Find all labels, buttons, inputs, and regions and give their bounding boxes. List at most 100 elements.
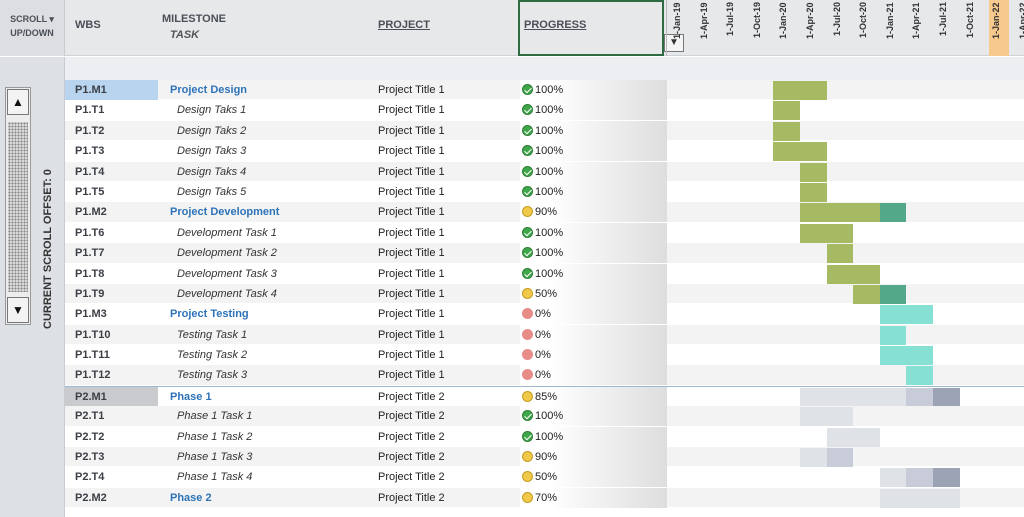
milestone-column-header[interactable]: MILESTONE TASK: [162, 0, 226, 56]
milestone-name-cell[interactable]: Project Design: [162, 80, 247, 100]
table-row[interactable]: P1.T1 Design Taks 1 Project Title 1 100%: [65, 100, 1024, 121]
project-cell[interactable]: Project Title 1: [378, 325, 445, 345]
gantt-bar[interactable]: [826, 264, 880, 284]
project-cell[interactable]: Project Title 1: [378, 304, 445, 324]
scroll-thumb[interactable]: [8, 122, 28, 292]
gantt-bar[interactable]: [800, 223, 854, 243]
project-cell[interactable]: Project Title 2: [378, 427, 445, 447]
gantt-bar[interactable]: [773, 81, 827, 100]
table-row[interactable]: P1.T8 Development Task 3 Project Title 1 10…: [65, 263, 1024, 284]
gantt-bar[interactable]: [879, 468, 907, 488]
progress-cell[interactable]: 100%: [520, 406, 666, 427]
scroll-up-icon[interactable]: ▲: [7, 89, 29, 115]
scroll-up-down-button[interactable]: SCROLL ▾ UP/DOWN: [0, 0, 65, 56]
project-cell[interactable]: Project Title 1: [378, 182, 445, 202]
wbs-cell[interactable]: P2.T2: [65, 427, 158, 447]
task-name-cell[interactable]: Phase 1 Task 3: [169, 447, 252, 467]
project-cell[interactable]: Project Title 2: [378, 406, 445, 426]
progress-cell[interactable]: 100%: [520, 222, 666, 243]
project-cell[interactable]: Project Title 1: [378, 284, 445, 304]
progress-cell[interactable]: 0%: [520, 304, 666, 325]
gantt-bar[interactable]: [800, 182, 827, 202]
project-cell[interactable]: Project Title 1: [378, 100, 445, 120]
progress-cell[interactable]: 0%: [520, 324, 666, 345]
gantt-bar[interactable]: [933, 468, 960, 488]
table-row[interactable]: P1.T4 Design Taks 4 Project Title 1 100%: [65, 161, 1024, 182]
task-name-cell[interactable]: Design Taks 1: [169, 100, 246, 120]
gantt-bar[interactable]: [879, 305, 933, 325]
task-name-cell[interactable]: Design Taks 3: [169, 141, 246, 161]
gantt-bar[interactable]: [879, 284, 907, 304]
project-cell[interactable]: Project Title 1: [378, 365, 445, 385]
progress-cell[interactable]: 50%: [520, 283, 666, 304]
task-name-cell[interactable]: Testing Task 3: [169, 365, 247, 385]
project-cell[interactable]: Project Title 1: [378, 264, 445, 284]
progress-column-header[interactable]: PROGRESS: [518, 0, 664, 56]
progress-cell[interactable]: 100%: [520, 161, 666, 182]
wbs-cell[interactable]: P1.T10: [65, 325, 158, 345]
gantt-bar[interactable]: [773, 121, 800, 141]
wbs-cell[interactable]: P1.M3: [65, 304, 158, 324]
gantt-bar[interactable]: [800, 162, 827, 182]
project-cell[interactable]: Project Title 1: [378, 202, 445, 222]
progress-cell[interactable]: 100%: [520, 80, 666, 100]
project-column-header[interactable]: PROJECT: [378, 0, 430, 56]
progress-cell[interactable]: 100%: [520, 181, 666, 202]
wbs-column-header[interactable]: WBS: [75, 0, 101, 56]
table-row[interactable]: P2.M1 Phase 1 Project Title 2 85%: [65, 385, 1024, 407]
gantt-bar[interactable]: [879, 346, 933, 366]
task-name-cell[interactable]: Phase 1 Task 4: [169, 467, 252, 487]
milestone-name-cell[interactable]: Phase 1: [162, 387, 212, 407]
task-name-cell[interactable]: Testing Task 1: [169, 325, 247, 345]
table-row[interactable]: P2.T3 Phase 1 Task 3 Project Title 2 90%: [65, 447, 1024, 468]
table-row[interactable]: P1.T3 Design Taks 3 Project Title 1 100%: [65, 141, 1024, 162]
gantt-bar[interactable]: [933, 387, 960, 407]
table-row[interactable]: P2.T1 Phase 1 Task 1 Project Title 2 100%: [65, 406, 1024, 427]
project-cell[interactable]: Project Title 1: [378, 223, 445, 243]
wbs-cell[interactable]: P1.T2: [65, 121, 158, 141]
gantt-bar[interactable]: [773, 142, 827, 162]
table-row[interactable]: P1.M2 Project Development Project Title 1 9…: [65, 202, 1024, 223]
gantt-bar[interactable]: [826, 244, 854, 264]
progress-cell[interactable]: 85%: [520, 386, 666, 407]
table-row[interactable]: P1.T7 Development Task 2 Project Title 1 10…: [65, 243, 1024, 264]
wbs-cell[interactable]: P1.T11: [65, 345, 158, 365]
task-name-cell[interactable]: Development Task 2: [169, 243, 277, 263]
progress-cell[interactable]: 100%: [520, 426, 666, 447]
table-row[interactable]: P1.T10 Testing Task 1 Project Title 1 0%: [65, 324, 1024, 346]
project-cell[interactable]: Project Title 2: [378, 488, 445, 508]
progress-cell[interactable]: 100%: [520, 263, 666, 284]
table-row[interactable]: P1.T9 Development Task 4 Project Title 1 50…: [65, 283, 1024, 305]
wbs-cell[interactable]: P1.T5: [65, 182, 158, 202]
task-name-cell[interactable]: Phase 1 Task 2: [169, 427, 252, 447]
progress-cell[interactable]: 50%: [520, 467, 666, 488]
task-name-cell[interactable]: Development Task 4: [169, 284, 277, 304]
table-row[interactable]: P1.T6 Development Task 1 Project Title 1 10…: [65, 222, 1024, 244]
gantt-bar[interactable]: [826, 427, 880, 447]
wbs-cell[interactable]: P1.T1: [65, 100, 158, 120]
wbs-cell[interactable]: P1.M2: [65, 202, 158, 222]
milestone-name-cell[interactable]: Project Testing: [162, 304, 249, 324]
project-cell[interactable]: Project Title 1: [378, 243, 445, 263]
table-row[interactable]: P1.T12 Testing Task 3 Project Title 1 0%: [65, 365, 1024, 386]
table-row[interactable]: P2.M2 Phase 2 Project Title 2 70%: [65, 487, 1024, 509]
project-cell[interactable]: Project Title 1: [378, 80, 445, 100]
wbs-cell[interactable]: P2.T1: [65, 406, 158, 426]
gantt-bar[interactable]: [773, 101, 800, 121]
progress-cell[interactable]: 100%: [520, 120, 666, 141]
progress-cell[interactable]: 100%: [520, 100, 666, 121]
gantt-bar[interactable]: [853, 284, 880, 304]
task-name-cell[interactable]: Testing Task 2: [169, 345, 247, 365]
table-row[interactable]: P2.T2 Phase 1 Task 2 Project Title 2 100%: [65, 426, 1024, 448]
project-cell[interactable]: Project Title 2: [378, 447, 445, 467]
project-cell[interactable]: Project Title 1: [378, 345, 445, 365]
gantt-bar[interactable]: [879, 325, 907, 345]
table-row[interactable]: P2.T4 Phase 1 Task 4 Project Title 2 50%: [65, 467, 1024, 488]
scrollbar[interactable]: ▲ ▼: [5, 87, 31, 325]
project-cell[interactable]: Project Title 1: [378, 162, 445, 182]
task-name-cell[interactable]: Design Taks 4: [169, 162, 246, 182]
wbs-cell[interactable]: P2.M1: [65, 386, 158, 407]
wbs-cell[interactable]: P1.T12: [65, 365, 158, 385]
table-row[interactable]: P1.M1 Project Design Project Title 1 100%: [65, 80, 1024, 101]
project-cell[interactable]: Project Title 1: [378, 121, 445, 141]
